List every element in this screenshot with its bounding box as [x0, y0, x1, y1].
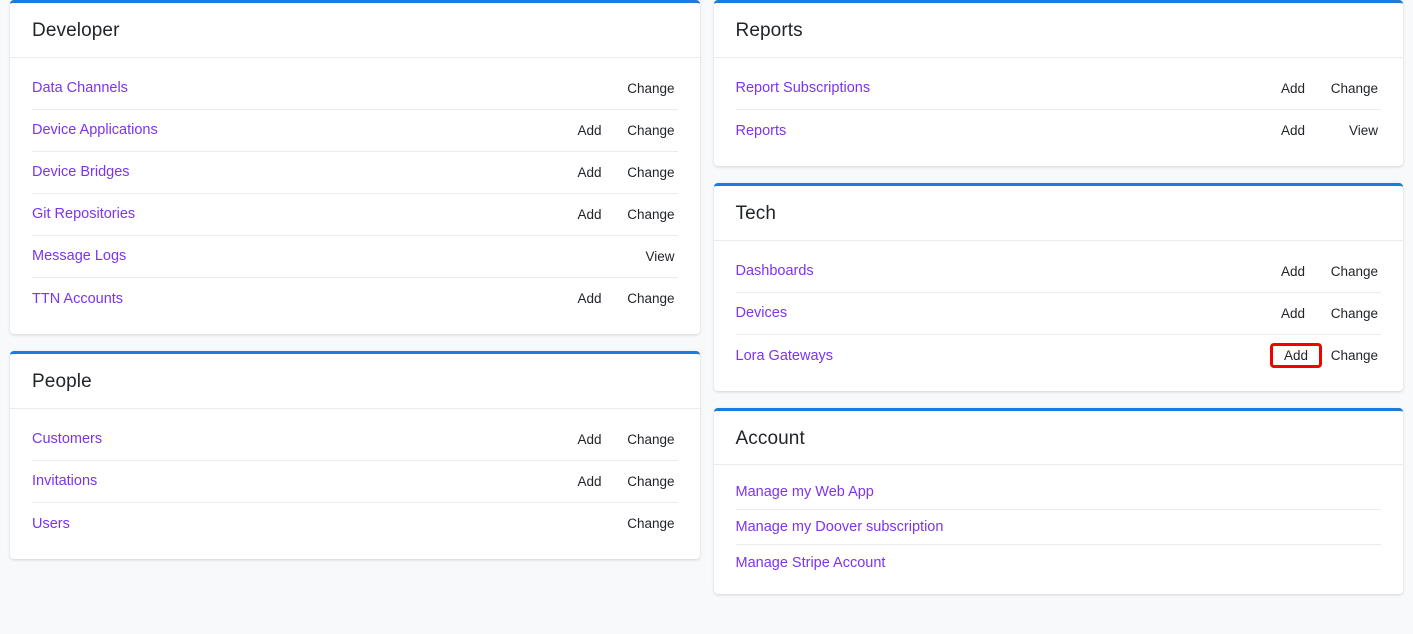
- change-link-invitations[interactable]: Change: [616, 472, 678, 491]
- row-actions: Add Change: [1270, 343, 1381, 368]
- row-actions: Change: [564, 514, 678, 533]
- card-body-reports: Report Subscriptions Add Change Reports Add V…: [714, 58, 1404, 166]
- model-link-device-applications[interactable]: Device Applications: [32, 122, 564, 138]
- add-link-customers[interactable]: Add: [564, 430, 616, 449]
- link-row-manage-stripe-account: Manage Stripe Account: [736, 545, 1382, 580]
- change-link-device-bridges[interactable]: Change: [616, 163, 678, 182]
- model-row-users: Users Change: [32, 503, 678, 545]
- card-title: Account: [735, 427, 805, 449]
- model-link-invitations[interactable]: Invitations: [32, 473, 564, 489]
- change-link-ttn-accounts[interactable]: Change: [616, 289, 678, 308]
- card-title: Reports: [735, 20, 803, 41]
- card-people: People Customers Add Change Invitations Add Ch…: [10, 350, 700, 559]
- add-link-reports[interactable]: Add: [1267, 121, 1319, 140]
- model-link-customers[interactable]: Customers: [32, 431, 564, 447]
- change-link-device-applications[interactable]: Change: [616, 121, 678, 140]
- add-link-report-subscriptions[interactable]: Add: [1267, 79, 1319, 98]
- model-link-ttn-accounts[interactable]: TTN Accounts: [32, 291, 564, 307]
- row-actions: Change: [564, 79, 678, 98]
- model-row-dashboards: Dashboards Add Change: [735, 251, 1381, 293]
- model-link-dashboards[interactable]: Dashboards: [736, 263, 1268, 279]
- row-actions: Add Change: [1267, 304, 1381, 323]
- model-row-customers: Customers Add Change: [32, 419, 678, 461]
- add-link-device-applications[interactable]: Add: [564, 121, 616, 140]
- change-link-customers[interactable]: Change: [616, 430, 678, 449]
- change-link-report-subscriptions[interactable]: Change: [1319, 79, 1381, 98]
- card-tech: Tech Dashboards Add Change Devices Add Change L…: [713, 182, 1404, 391]
- add-link-invitations[interactable]: Add: [564, 472, 616, 491]
- model-link-reports[interactable]: Reports: [736, 123, 1268, 139]
- add-link-devices[interactable]: Add: [1267, 304, 1319, 323]
- model-row-ttn-accounts: TTN Accounts Add Change: [32, 278, 678, 320]
- change-link-git-repositories[interactable]: Change: [616, 205, 678, 224]
- row-actions: Add Change: [564, 205, 678, 224]
- add-link-ttn-accounts[interactable]: Add: [564, 289, 616, 308]
- change-link-users[interactable]: Change: [616, 514, 678, 533]
- model-row-device-bridges: Device Bridges Add Change: [32, 152, 678, 194]
- row-actions: Add View: [1267, 121, 1381, 140]
- model-link-devices[interactable]: Devices: [736, 305, 1268, 321]
- change-link-lora-gateways[interactable]: Change: [1319, 346, 1381, 365]
- card-header-people: People: [10, 354, 700, 409]
- card-account: Account Manage my Web App Manage my Doover…: [713, 407, 1404, 595]
- view-link-message-logs[interactable]: View: [616, 247, 678, 266]
- model-link-users[interactable]: Users: [32, 516, 564, 532]
- row-actions: Add Change: [1267, 262, 1381, 281]
- model-row-devices: Devices Add Change: [735, 293, 1381, 335]
- row-actions: View: [564, 247, 678, 266]
- account-link-manage-my-web-app[interactable]: Manage my Web App: [736, 484, 874, 500]
- card-title: Developer: [32, 20, 120, 41]
- add-link-lora-gateways[interactable]: Add: [1270, 343, 1322, 368]
- card-developer: Developer Data Channels Change Device Appli…: [10, 0, 700, 334]
- card-body-developer: Data Channels Change Device Applications Ad…: [10, 58, 700, 334]
- link-row-manage-my-doover-subscription: Manage my Doover subscription: [735, 510, 1381, 546]
- link-row-manage-my-web-app: Manage my Web App: [735, 475, 1381, 511]
- card-reports: Reports Report Subscriptions Add Change Repo…: [713, 0, 1404, 166]
- model-row-git-repositories: Git Repositories Add Change: [32, 194, 678, 236]
- card-header-developer: Developer: [10, 3, 700, 58]
- add-link-git-repositories[interactable]: Add: [564, 205, 616, 224]
- row-actions: Add Change: [1267, 79, 1381, 98]
- model-row-lora-gateways: Lora Gateways Add Change: [736, 335, 1382, 377]
- model-link-lora-gateways[interactable]: Lora Gateways: [736, 348, 1274, 364]
- account-link-manage-stripe-account[interactable]: Manage Stripe Account: [736, 555, 886, 571]
- model-row-message-logs: Message Logs View: [32, 236, 678, 278]
- card-header-tech: Tech: [713, 186, 1403, 241]
- row-actions: Add Change: [564, 430, 678, 449]
- card-body-people: Customers Add Change Invitations Add Change Us…: [10, 409, 700, 559]
- change-link-dashboards[interactable]: Change: [1319, 262, 1381, 281]
- card-title: Tech: [735, 202, 777, 224]
- model-link-report-subscriptions[interactable]: Report Subscriptions: [736, 80, 1268, 96]
- model-row-invitations: Invitations Add Change: [32, 461, 678, 503]
- row-actions: Add Change: [564, 472, 678, 491]
- card-header-account: Account: [713, 411, 1403, 466]
- card-title: People: [32, 370, 92, 392]
- account-link-manage-my-doover-subscription[interactable]: Manage my Doover subscription: [736, 519, 944, 535]
- model-row-device-applications: Device Applications Add Change: [32, 110, 678, 152]
- view-link-reports[interactable]: View: [1319, 121, 1381, 140]
- change-link-devices[interactable]: Change: [1319, 304, 1381, 323]
- right-column: Reports Report Subscriptions Add Change Repo…: [713, 0, 1404, 595]
- model-row-data-channels: Data Channels Change: [32, 68, 678, 110]
- row-actions: Add Change: [564, 121, 678, 140]
- model-link-git-repositories[interactable]: Git Repositories: [32, 206, 564, 222]
- model-link-device-bridges[interactable]: Device Bridges: [32, 164, 564, 180]
- add-link-dashboards[interactable]: Add: [1267, 262, 1319, 281]
- model-row-report-subscriptions: Report Subscriptions Add Change: [735, 68, 1381, 110]
- left-column: Developer Data Channels Change Device Appli…: [10, 0, 700, 559]
- add-link-device-bridges[interactable]: Add: [564, 163, 616, 182]
- model-link-message-logs[interactable]: Message Logs: [32, 248, 564, 264]
- row-actions: Add Change: [564, 289, 678, 308]
- card-body-tech: Dashboards Add Change Devices Add Change Lora …: [714, 241, 1404, 391]
- model-row-reports: Reports Add View: [736, 110, 1382, 152]
- card-header-reports: Reports: [713, 3, 1403, 58]
- card-body-account: Manage my Web App Manage my Doover subscr…: [714, 465, 1404, 594]
- model-link-data-channels[interactable]: Data Channels: [32, 80, 564, 96]
- admin-dashboard: Developer Data Channels Change Device Appli…: [0, 0, 1413, 634]
- row-actions: Add Change: [564, 163, 678, 182]
- change-link-data-channels[interactable]: Change: [616, 79, 678, 98]
